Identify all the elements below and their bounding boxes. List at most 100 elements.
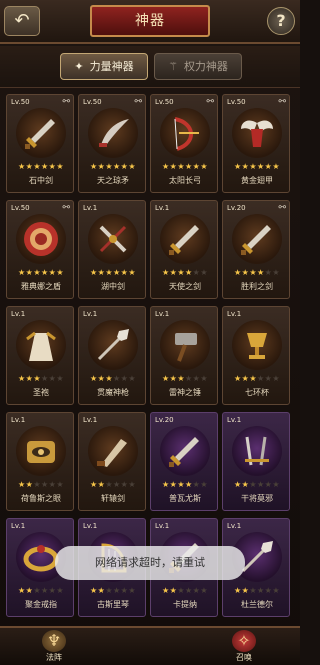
star-icon: ★ xyxy=(105,480,113,489)
magic-circle-button[interactable]: ♆ 法阵 xyxy=(34,630,74,665)
summon-button[interactable]: ✧ 召唤 xyxy=(224,630,264,665)
artifact-screen: { "header": { "title": "神器", "back_icon"… xyxy=(0,0,300,665)
star-icon: ★ xyxy=(41,268,49,277)
star-icon: ★ xyxy=(113,374,121,383)
star-icon: ★ xyxy=(105,586,113,595)
star-icon: ★ xyxy=(89,374,98,383)
star-icon: ★ xyxy=(233,374,242,383)
artifact-name: 黄金翅甲 xyxy=(241,176,273,185)
artifact-card[interactable]: Lv.50 ⚯ ★★★★★★ 天之琼矛 xyxy=(78,94,146,193)
star-icon: ★ xyxy=(272,586,281,595)
artifact-name: 胜利之剑 xyxy=(241,282,273,291)
star-icon: ★ xyxy=(56,374,65,383)
artifact-card[interactable]: Lv.1 ★★★★★★ 七环杯 xyxy=(222,306,290,405)
artifact-level: Lv.1 xyxy=(83,416,98,424)
star-rating: ★★★★★★ xyxy=(9,268,73,277)
sword-icon: ✦ xyxy=(74,60,84,73)
magic-circle-icon: ♆ xyxy=(42,630,66,652)
artifact-card[interactable]: Lv.50 ⚯ ★★★★★★ 太阳长弓 xyxy=(150,94,218,193)
star-icon: ★ xyxy=(185,586,193,595)
artifact-level: Lv.1 xyxy=(155,522,170,530)
star-icon: ★ xyxy=(105,374,113,383)
artifact-name: 卡提纳 xyxy=(173,600,197,609)
scepter-icon: ⚚ xyxy=(168,60,178,73)
back-arrow-icon: ↶ xyxy=(14,10,30,31)
star-icon: ★ xyxy=(177,162,185,171)
star-icon: ★ xyxy=(249,268,257,277)
chain-link-icon: ⚯ xyxy=(62,97,70,107)
star-icon: ★ xyxy=(161,268,170,277)
tab-power-artifacts[interactable]: ✦ 力量神器 xyxy=(60,53,148,80)
star-rating: ★★★★★★ xyxy=(81,162,145,171)
artifact-card[interactable]: Lv.1 ★★★★★★ 荷鲁斯之眼 xyxy=(6,412,74,511)
artifact-level: Lv.50 xyxy=(11,204,30,212)
bottom-label: 召唤 xyxy=(236,653,252,662)
star-icon: ★ xyxy=(113,586,121,595)
artifact-card[interactable]: Lv.20 ★★★★★★ 普瓦尤斯 xyxy=(150,412,218,511)
chain-link-icon: ⚯ xyxy=(278,203,286,213)
star-icon: ★ xyxy=(249,162,257,171)
artifact-level: Lv.1 xyxy=(83,310,98,318)
star-icon: ★ xyxy=(185,268,193,277)
artifact-card[interactable]: Lv.50 ⚯ ★★★★★★ 雅典娜之盾 xyxy=(6,200,74,299)
star-rating: ★★★★★★ xyxy=(81,586,145,595)
chain-link-icon: ⚯ xyxy=(206,97,214,107)
sword-icon xyxy=(16,108,66,158)
artifact-card[interactable]: Lv.50 ⚯ ★★★★★★ 黄金翅甲 xyxy=(222,94,290,193)
star-icon: ★ xyxy=(17,374,26,383)
star-icon: ★ xyxy=(161,374,170,383)
artifact-card[interactable]: Lv.1 ★★★★★★ 天使之剑 xyxy=(150,200,218,299)
robe-icon xyxy=(16,320,66,370)
artifact-name: 干将莫邪 xyxy=(241,494,273,503)
artifact-card[interactable]: Lv.1 ★★★★★★ 圣袍 xyxy=(6,306,74,405)
star-icon: ★ xyxy=(249,586,257,595)
star-icon: ★ xyxy=(41,162,49,171)
star-icon: ★ xyxy=(257,374,265,383)
star-icon: ★ xyxy=(128,480,137,489)
artifact-card[interactable]: Lv.20 ⚯ ★★★★★★ 胜利之剑 xyxy=(222,200,290,299)
back-button[interactable]: ↶ xyxy=(4,6,40,36)
artifact-card[interactable]: Lv.1 ★★★★★★ 轩辕剑 xyxy=(78,412,146,511)
star-icon: ★ xyxy=(200,480,209,489)
artifact-name: 古斯里琴 xyxy=(97,600,129,609)
artifact-card[interactable]: Lv.1 ★★★★★★ 贯魔神枪 xyxy=(78,306,146,405)
sword-icon xyxy=(160,426,210,476)
star-icon: ★ xyxy=(249,480,257,489)
star-rating: ★★★★★★ xyxy=(225,374,289,383)
star-icon: ★ xyxy=(105,162,113,171)
star-icon: ★ xyxy=(272,480,281,489)
eye-icon xyxy=(16,426,66,476)
star-rating: ★★★★★★ xyxy=(225,162,289,171)
artifact-card[interactable]: Lv.1 ★★★★★★ 干将莫邪 xyxy=(222,412,290,511)
star-icon: ★ xyxy=(257,268,265,277)
star-icon: ★ xyxy=(89,162,98,171)
star-icon: ★ xyxy=(17,268,26,277)
artifact-card[interactable]: Lv.1 ★★★★★★ 雷神之锤 xyxy=(150,306,218,405)
sword-icon xyxy=(232,214,282,264)
chain-link-icon: ⚯ xyxy=(62,203,70,213)
star-icon: ★ xyxy=(161,586,170,595)
artifact-level: Lv.1 xyxy=(11,416,26,424)
star-icon: ★ xyxy=(257,162,265,171)
star-rating: ★★★★★★ xyxy=(153,374,217,383)
tab-authority-artifacts[interactable]: ⚚ 权力神器 xyxy=(154,53,242,80)
artifact-card[interactable]: Lv.1 ★★★★★★ 湖中剑 xyxy=(78,200,146,299)
star-icon: ★ xyxy=(177,480,185,489)
star-icon: ★ xyxy=(200,268,209,277)
toast-message: 网络请求超时，请重试 xyxy=(55,546,245,580)
star-rating: ★★★★★★ xyxy=(9,162,73,171)
artifact-level: Lv.20 xyxy=(155,416,174,424)
star-icon: ★ xyxy=(113,268,121,277)
help-button[interactable]: ? xyxy=(267,7,295,35)
star-icon: ★ xyxy=(177,586,185,595)
sword-icon xyxy=(160,214,210,264)
star-rating: ★★★★★★ xyxy=(225,268,289,277)
star-icon: ★ xyxy=(56,268,65,277)
star-icon: ★ xyxy=(113,480,121,489)
spear-icon xyxy=(88,320,138,370)
star-icon: ★ xyxy=(249,374,257,383)
artifact-card[interactable]: Lv.50 ⚯ ★★★★★★ 石中剑 xyxy=(6,94,74,193)
twin-sword-icon xyxy=(232,426,282,476)
star-icon: ★ xyxy=(113,162,121,171)
artifact-level: Lv.1 xyxy=(11,310,26,318)
